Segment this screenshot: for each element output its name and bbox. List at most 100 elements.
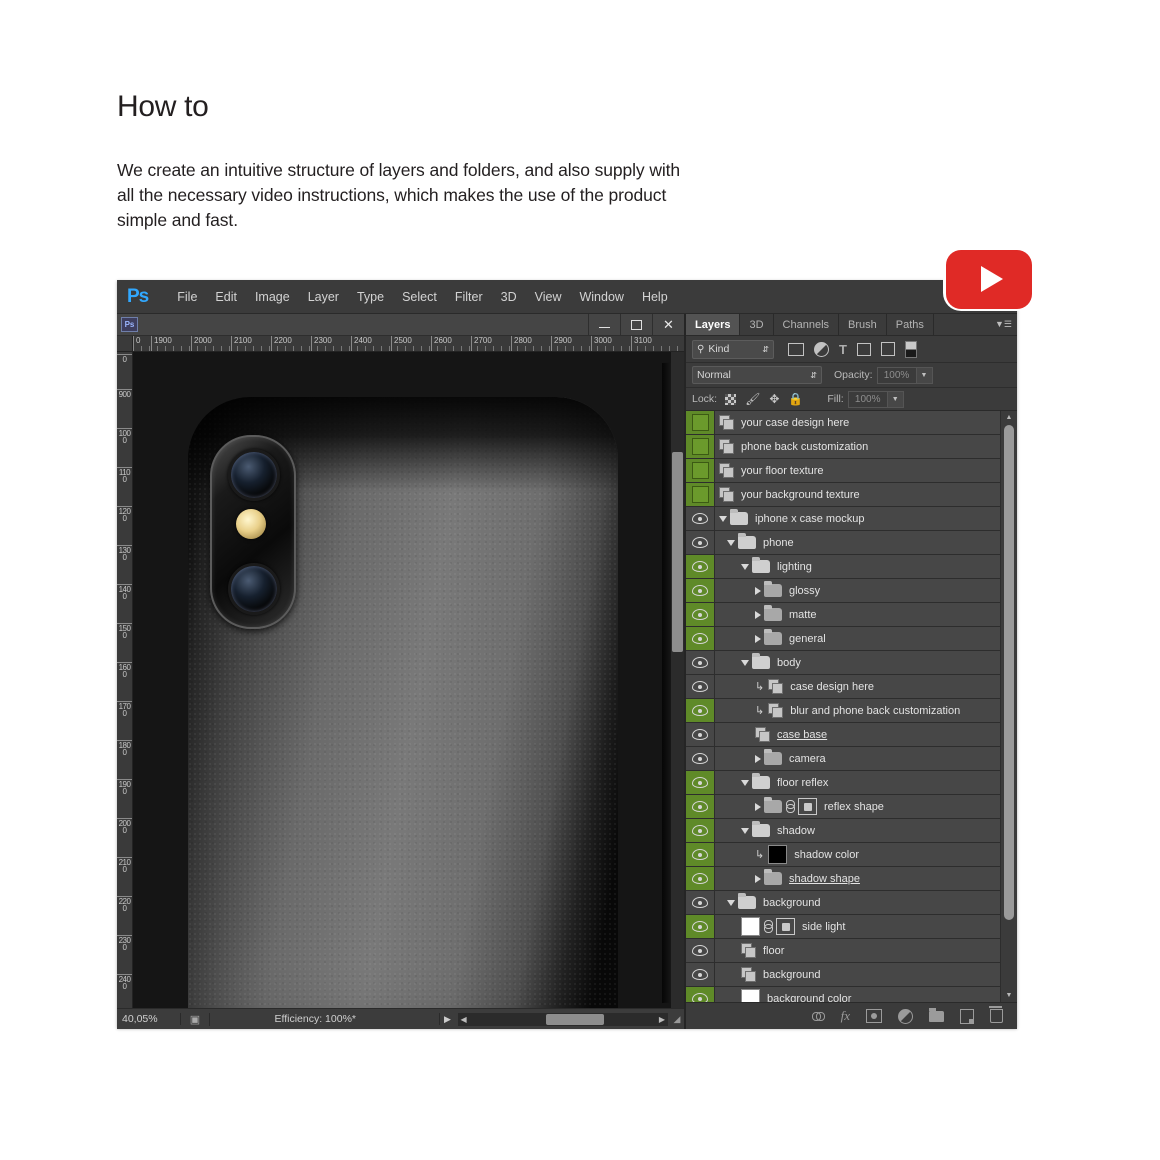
menu-item-file[interactable]: File	[168, 290, 206, 304]
youtube-video-button[interactable]	[943, 247, 1035, 311]
menu-item-window[interactable]: Window	[570, 290, 632, 304]
layer-visibility-toggle[interactable]	[686, 699, 715, 722]
layer-row[interactable]: floor	[686, 939, 1017, 963]
menu-item-image[interactable]: Image	[246, 290, 299, 304]
layer-name[interactable]: glossy	[789, 585, 820, 597]
layer-visibility-toggle[interactable]	[686, 603, 715, 626]
layer-row[interactable]: ↲ case design here	[686, 675, 1017, 699]
canvas-horizontal-scroll-thumb[interactable]	[545, 1013, 604, 1025]
layer-row[interactable]: ↲ shadow color	[686, 843, 1017, 867]
menu-item-edit[interactable]: Edit	[206, 290, 246, 304]
scroll-up-arrow-icon[interactable]: ▲	[1001, 411, 1017, 424]
scroll-right-arrow-icon[interactable]: ▶	[656, 1015, 668, 1024]
layer-name[interactable]: background color	[767, 993, 851, 1003]
layer-name[interactable]: case base	[777, 729, 831, 741]
layer-name[interactable]: shadow	[777, 825, 815, 837]
layer-row[interactable]: iphone x case mockup	[686, 507, 1017, 531]
maximize-button[interactable]	[620, 314, 652, 335]
chevron-right-icon[interactable]	[755, 586, 761, 595]
tab-3d[interactable]: 3D	[740, 314, 774, 335]
layer-visibility-toggle[interactable]	[686, 579, 715, 602]
menu-item-help[interactable]: Help	[633, 290, 677, 304]
shape-layer-filter-icon[interactable]	[856, 342, 871, 356]
layer-name[interactable]: floor	[763, 945, 784, 957]
chevron-down-icon[interactable]	[741, 779, 749, 786]
adjustment-layer-filter-icon[interactable]	[814, 341, 829, 357]
layer-name[interactable]: phone	[763, 537, 794, 549]
pixel-layer-filter-icon[interactable]	[788, 342, 804, 356]
layer-list-scrollbar[interactable]: ▲ ▼	[1000, 411, 1017, 1002]
layer-name[interactable]: case design here	[790, 681, 874, 693]
layer-select-checkbox[interactable]	[686, 483, 715, 506]
lock-position-icon[interactable]: ✥	[769, 392, 779, 406]
chevron-down-icon[interactable]	[727, 539, 735, 546]
chevron-right-icon[interactable]	[755, 802, 761, 811]
layer-name[interactable]: camera	[789, 753, 826, 765]
tab-paths[interactable]: Paths	[887, 314, 934, 335]
link-mask-icon[interactable]	[764, 920, 773, 933]
delete-layer-icon[interactable]	[989, 1006, 1003, 1023]
layer-row[interactable]: background	[686, 891, 1017, 915]
layer-row[interactable]: lighting	[686, 555, 1017, 579]
layer-visibility-toggle[interactable]	[686, 675, 715, 698]
chevron-down-icon[interactable]	[719, 515, 727, 522]
menu-item-layer[interactable]: Layer	[299, 290, 348, 304]
chevron-down-icon[interactable]	[727, 899, 735, 906]
panel-menu-icon[interactable]: ▼☰	[995, 314, 1017, 335]
tab-layers[interactable]: Layers	[686, 314, 741, 335]
menu-item-filter[interactable]: Filter	[446, 290, 492, 304]
tab-channels[interactable]: Channels	[774, 314, 840, 335]
layer-select-checkbox[interactable]	[686, 435, 715, 458]
layer-name[interactable]: your background texture	[741, 489, 860, 501]
status-expand-arrow-icon[interactable]: ▶	[440, 1014, 456, 1025]
smart-object-filter-icon[interactable]	[880, 342, 895, 356]
layer-row[interactable]: ↲ blur and phone back customization	[686, 699, 1017, 723]
layer-select-checkbox[interactable]	[686, 411, 715, 434]
vector-mask-thumbnail-icon[interactable]	[776, 918, 795, 935]
layer-visibility-toggle[interactable]	[686, 915, 715, 938]
layer-row[interactable]: camera	[686, 747, 1017, 771]
document-thumbnail-icon[interactable]: ▣	[181, 1012, 210, 1026]
layer-name[interactable]: your case design here	[741, 417, 849, 429]
opacity-dropdown-arrow-icon[interactable]: ▼	[916, 366, 933, 384]
layer-row[interactable]: shadow	[686, 819, 1017, 843]
menu-item-type[interactable]: Type	[348, 290, 393, 304]
layer-visibility-toggle[interactable]	[686, 651, 715, 674]
layer-visibility-toggle[interactable]	[686, 507, 715, 530]
layer-visibility-toggle[interactable]	[686, 939, 715, 962]
layer-name[interactable]: shadow color	[794, 849, 859, 861]
new-layer-icon[interactable]	[960, 1008, 974, 1024]
chevron-down-icon[interactable]	[741, 827, 749, 834]
chevron-down-icon[interactable]	[741, 659, 749, 666]
horizontal-ruler[interactable]: 0 1900 2000 2100 2200 2300 2400 2500 2600 2700 280…	[117, 336, 684, 352]
layer-row[interactable]: side light	[686, 915, 1017, 939]
canvas-vertical-scrollbar[interactable]	[671, 352, 684, 1008]
vertical-ruler[interactable]: 0 900 1000 1100 1200 1300 1400 1500 1600 1700 1800…	[117, 352, 133, 1008]
menu-item-view[interactable]: View	[526, 290, 571, 304]
layer-name[interactable]: phone back customization	[741, 441, 868, 453]
layer-row[interactable]: your case design here	[686, 411, 1017, 435]
chevron-down-icon[interactable]	[741, 563, 749, 570]
lock-transparent-pixels-icon[interactable]	[725, 393, 737, 405]
layer-visibility-toggle[interactable]	[686, 867, 715, 890]
layer-name[interactable]: lighting	[777, 561, 812, 573]
layer-visibility-toggle[interactable]	[686, 987, 715, 1002]
canvas-horizontal-scrollbar[interactable]: ◀ ▶	[457, 1012, 668, 1026]
layer-visibility-toggle[interactable]	[686, 555, 715, 578]
layer-name[interactable]: reflex shape	[824, 801, 884, 813]
layer-row[interactable]: your background texture	[686, 483, 1017, 507]
layer-visibility-toggle[interactable]	[686, 627, 715, 650]
add-layer-mask-icon[interactable]	[866, 1009, 882, 1023]
layer-style-fx-icon[interactable]: fx	[841, 1008, 850, 1024]
new-adjustment-layer-icon[interactable]	[898, 1008, 913, 1024]
layer-select-checkbox[interactable]	[686, 459, 715, 482]
layer-visibility-toggle[interactable]	[686, 843, 715, 866]
layer-visibility-toggle[interactable]	[686, 795, 715, 818]
layer-row[interactable]: reflex shape	[686, 795, 1017, 819]
tab-brush[interactable]: Brush	[839, 314, 887, 335]
opacity-value[interactable]: 100%	[876, 366, 917, 384]
link-mask-icon[interactable]	[786, 800, 795, 813]
layer-name[interactable]: iphone x case mockup	[755, 513, 864, 525]
layer-visibility-toggle[interactable]	[686, 531, 715, 554]
layer-row[interactable]: background	[686, 963, 1017, 987]
